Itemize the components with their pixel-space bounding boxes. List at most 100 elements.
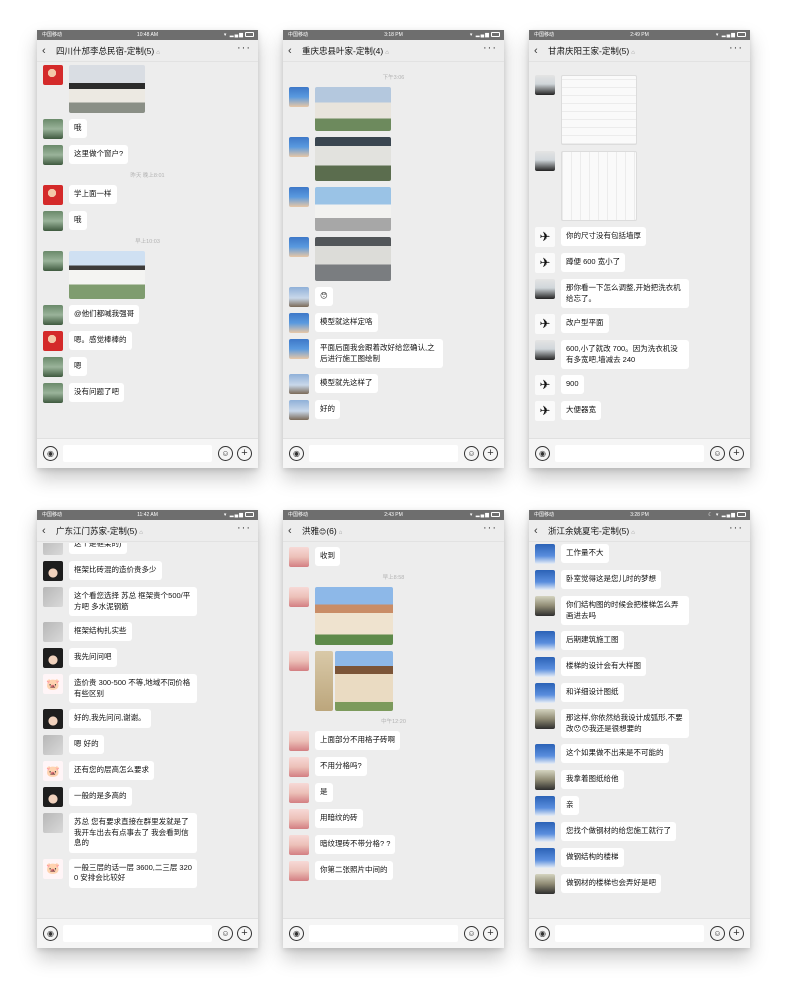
message-bubble[interactable]: 造价贵 300-500 不等,地域不同价格有些区别 — [69, 674, 197, 703]
avatar[interactable] — [289, 187, 309, 207]
avatar[interactable] — [535, 657, 555, 677]
avatar[interactable] — [43, 787, 63, 807]
avatar[interactable] — [43, 211, 63, 231]
message-bubble[interactable]: 还有您的层高怎么要求 — [69, 761, 154, 780]
message-bubble[interactable]: 这里做个窗户? — [69, 145, 129, 164]
message-bubble[interactable]: 那这样,你依然给我设计成弧形,不要改😯😯我还是很想要的 — [561, 709, 689, 738]
message-input[interactable] — [63, 925, 212, 942]
more-icon[interactable]: ··· — [729, 517, 743, 539]
voice-icon[interactable]: ◉ — [289, 926, 304, 941]
message-bubble[interactable]: 哦 — [69, 119, 87, 138]
message-bubble[interactable]: 工作量不大 — [561, 544, 609, 563]
avatar[interactable] — [289, 651, 309, 671]
plus-icon[interactable]: + — [483, 926, 498, 941]
avatar[interactable] — [43, 561, 63, 581]
avatar-plane-icon[interactable]: ✈ — [535, 253, 555, 273]
avatar[interactable] — [289, 547, 309, 567]
avatar-plane-icon[interactable]: ✈ — [535, 314, 555, 334]
avatar[interactable] — [289, 237, 309, 257]
more-icon[interactable]: ··· — [483, 37, 497, 59]
avatar[interactable] — [535, 770, 555, 790]
avatar[interactable] — [535, 796, 555, 816]
avatar[interactable] — [535, 709, 555, 729]
message-bubble[interactable]: 楼梯的设计会有大样图 — [561, 657, 646, 676]
image-message[interactable] — [561, 151, 637, 221]
avatar[interactable] — [43, 357, 63, 377]
avatar[interactable] — [535, 570, 555, 590]
avatar[interactable] — [43, 119, 63, 139]
more-icon[interactable]: ··· — [237, 517, 251, 539]
message-bubble[interactable]: 一般的是多高的 — [69, 787, 132, 806]
avatar[interactable] — [43, 543, 63, 555]
message-list[interactable]: ✈ 你的尺寸没有包括墙厚 ✈ 蹲便 600 宽小了 那你看一下怎么调整,开始把洗衣机… — [529, 75, 750, 438]
message-bubble[interactable]: 你的尺寸没有包括墙厚 — [561, 227, 646, 246]
avatar[interactable] — [289, 137, 309, 157]
message-bubble[interactable]: 模型就先这样了 — [315, 374, 378, 393]
avatar[interactable] — [535, 683, 555, 703]
avatar[interactable] — [289, 339, 309, 359]
avatar[interactable] — [43, 251, 63, 271]
message-bubble[interactable]: 亲 — [561, 796, 579, 815]
message-bubble[interactable]: 嗯。感觉棒棒的 — [69, 331, 132, 350]
avatar[interactable] — [289, 587, 309, 607]
message-bubble[interactable]: 和详细设计图纸 — [561, 683, 624, 702]
message-list[interactable]: 工作量不大 卧室觉得这是您儿时的梦想 你们结构图的时候会把楼梯怎么弄画进去吗 后… — [529, 544, 750, 918]
image-message[interactable] — [315, 187, 391, 231]
avatar[interactable] — [289, 783, 309, 803]
message-bubble[interactable]: 卧室觉得这是您儿时的梦想 — [561, 570, 661, 589]
avatar[interactable] — [535, 544, 555, 564]
message-bubble[interactable]: 大便器宽 — [561, 401, 601, 420]
avatar[interactable] — [289, 400, 309, 420]
message-bubble[interactable]: 一般三层的话一层 3600,二三层 3200 安排会比较好 — [69, 858, 197, 888]
message-bubble[interactable]: 你们结构图的时候会把楼梯怎么弄画进去吗 — [561, 596, 689, 625]
avatar[interactable] — [43, 622, 63, 642]
message-bubble[interactable]: 模型就这样定咯 — [315, 313, 378, 332]
avatar[interactable] — [43, 305, 63, 325]
message-bubble[interactable]: 900 — [561, 375, 584, 394]
voice-icon[interactable]: ◉ — [535, 926, 550, 941]
message-bubble[interactable]: 后期建筑施工图 — [561, 631, 624, 650]
message-bubble[interactable]: 框架结构扎实些 — [69, 622, 132, 641]
avatar[interactable] — [535, 848, 555, 868]
avatar-pig-icon[interactable]: 🐷 — [43, 761, 63, 781]
avatar-pig-icon[interactable]: 🐷 — [43, 674, 63, 694]
avatar[interactable] — [43, 145, 63, 165]
message-list[interactable]: 下午3:06 😯 模型就这样定咯 平面后面我会跟着改好给您确认,之后进行施工图绘… — [283, 71, 504, 438]
avatar[interactable] — [289, 287, 309, 307]
message-bubble[interactable]: 我先问问吧 — [69, 648, 117, 667]
more-icon[interactable]: ··· — [729, 37, 743, 59]
voice-icon[interactable]: ◉ — [289, 446, 304, 461]
avatar[interactable] — [535, 596, 555, 616]
message-bubble[interactable]: 平面后面我会跟着改好给您确认,之后进行施工图绘制 — [315, 339, 443, 368]
message-bubble[interactable]: 我拿着图纸给他 — [561, 770, 624, 789]
emoji-icon[interactable]: ☺ — [464, 446, 479, 461]
voice-icon[interactable]: ◉ — [43, 926, 58, 941]
avatar[interactable] — [535, 631, 555, 651]
voice-icon[interactable]: ◉ — [535, 446, 550, 461]
image-message[interactable] — [315, 87, 391, 131]
message-bubble[interactable]: @他们都喊我强哥 — [69, 305, 140, 324]
message-bubble[interactable]: 好的 — [315, 400, 340, 419]
back-icon[interactable]: ‹ — [534, 40, 538, 62]
back-icon[interactable]: ‹ — [288, 40, 292, 62]
avatar[interactable] — [289, 731, 309, 751]
message-list[interactable]: 哦 这里做个窗户? 昨天 晚上8:01 学上面一样 哦 早上10:03 @他们都… — [37, 65, 258, 438]
avatar[interactable] — [289, 835, 309, 855]
image-message[interactable] — [315, 237, 391, 281]
message-bubble[interactable]: 您找个做钢材的给您施工就行了 — [561, 822, 676, 841]
message-input[interactable] — [63, 445, 212, 462]
back-icon[interactable]: ‹ — [42, 520, 46, 542]
avatar-plane-icon[interactable]: ✈ — [535, 375, 555, 395]
avatar[interactable] — [43, 65, 63, 85]
avatar[interactable] — [535, 874, 555, 894]
emoji-icon[interactable]: ☺ — [710, 926, 725, 941]
avatar[interactable] — [289, 374, 309, 394]
message-list[interactable]: 这个是框架的) 框架比砖混的造价贵多少 这个看您选择 苏总 框架贵个500/平方… — [37, 543, 258, 918]
avatar[interactable] — [43, 709, 63, 729]
avatar[interactable] — [43, 587, 63, 607]
avatar[interactable] — [43, 648, 63, 668]
more-icon[interactable]: ··· — [483, 517, 497, 539]
avatar[interactable] — [535, 75, 555, 95]
avatar-plane-icon[interactable]: ✈ — [535, 401, 555, 421]
message-bubble[interactable]: 学上面一样 — [69, 185, 117, 204]
